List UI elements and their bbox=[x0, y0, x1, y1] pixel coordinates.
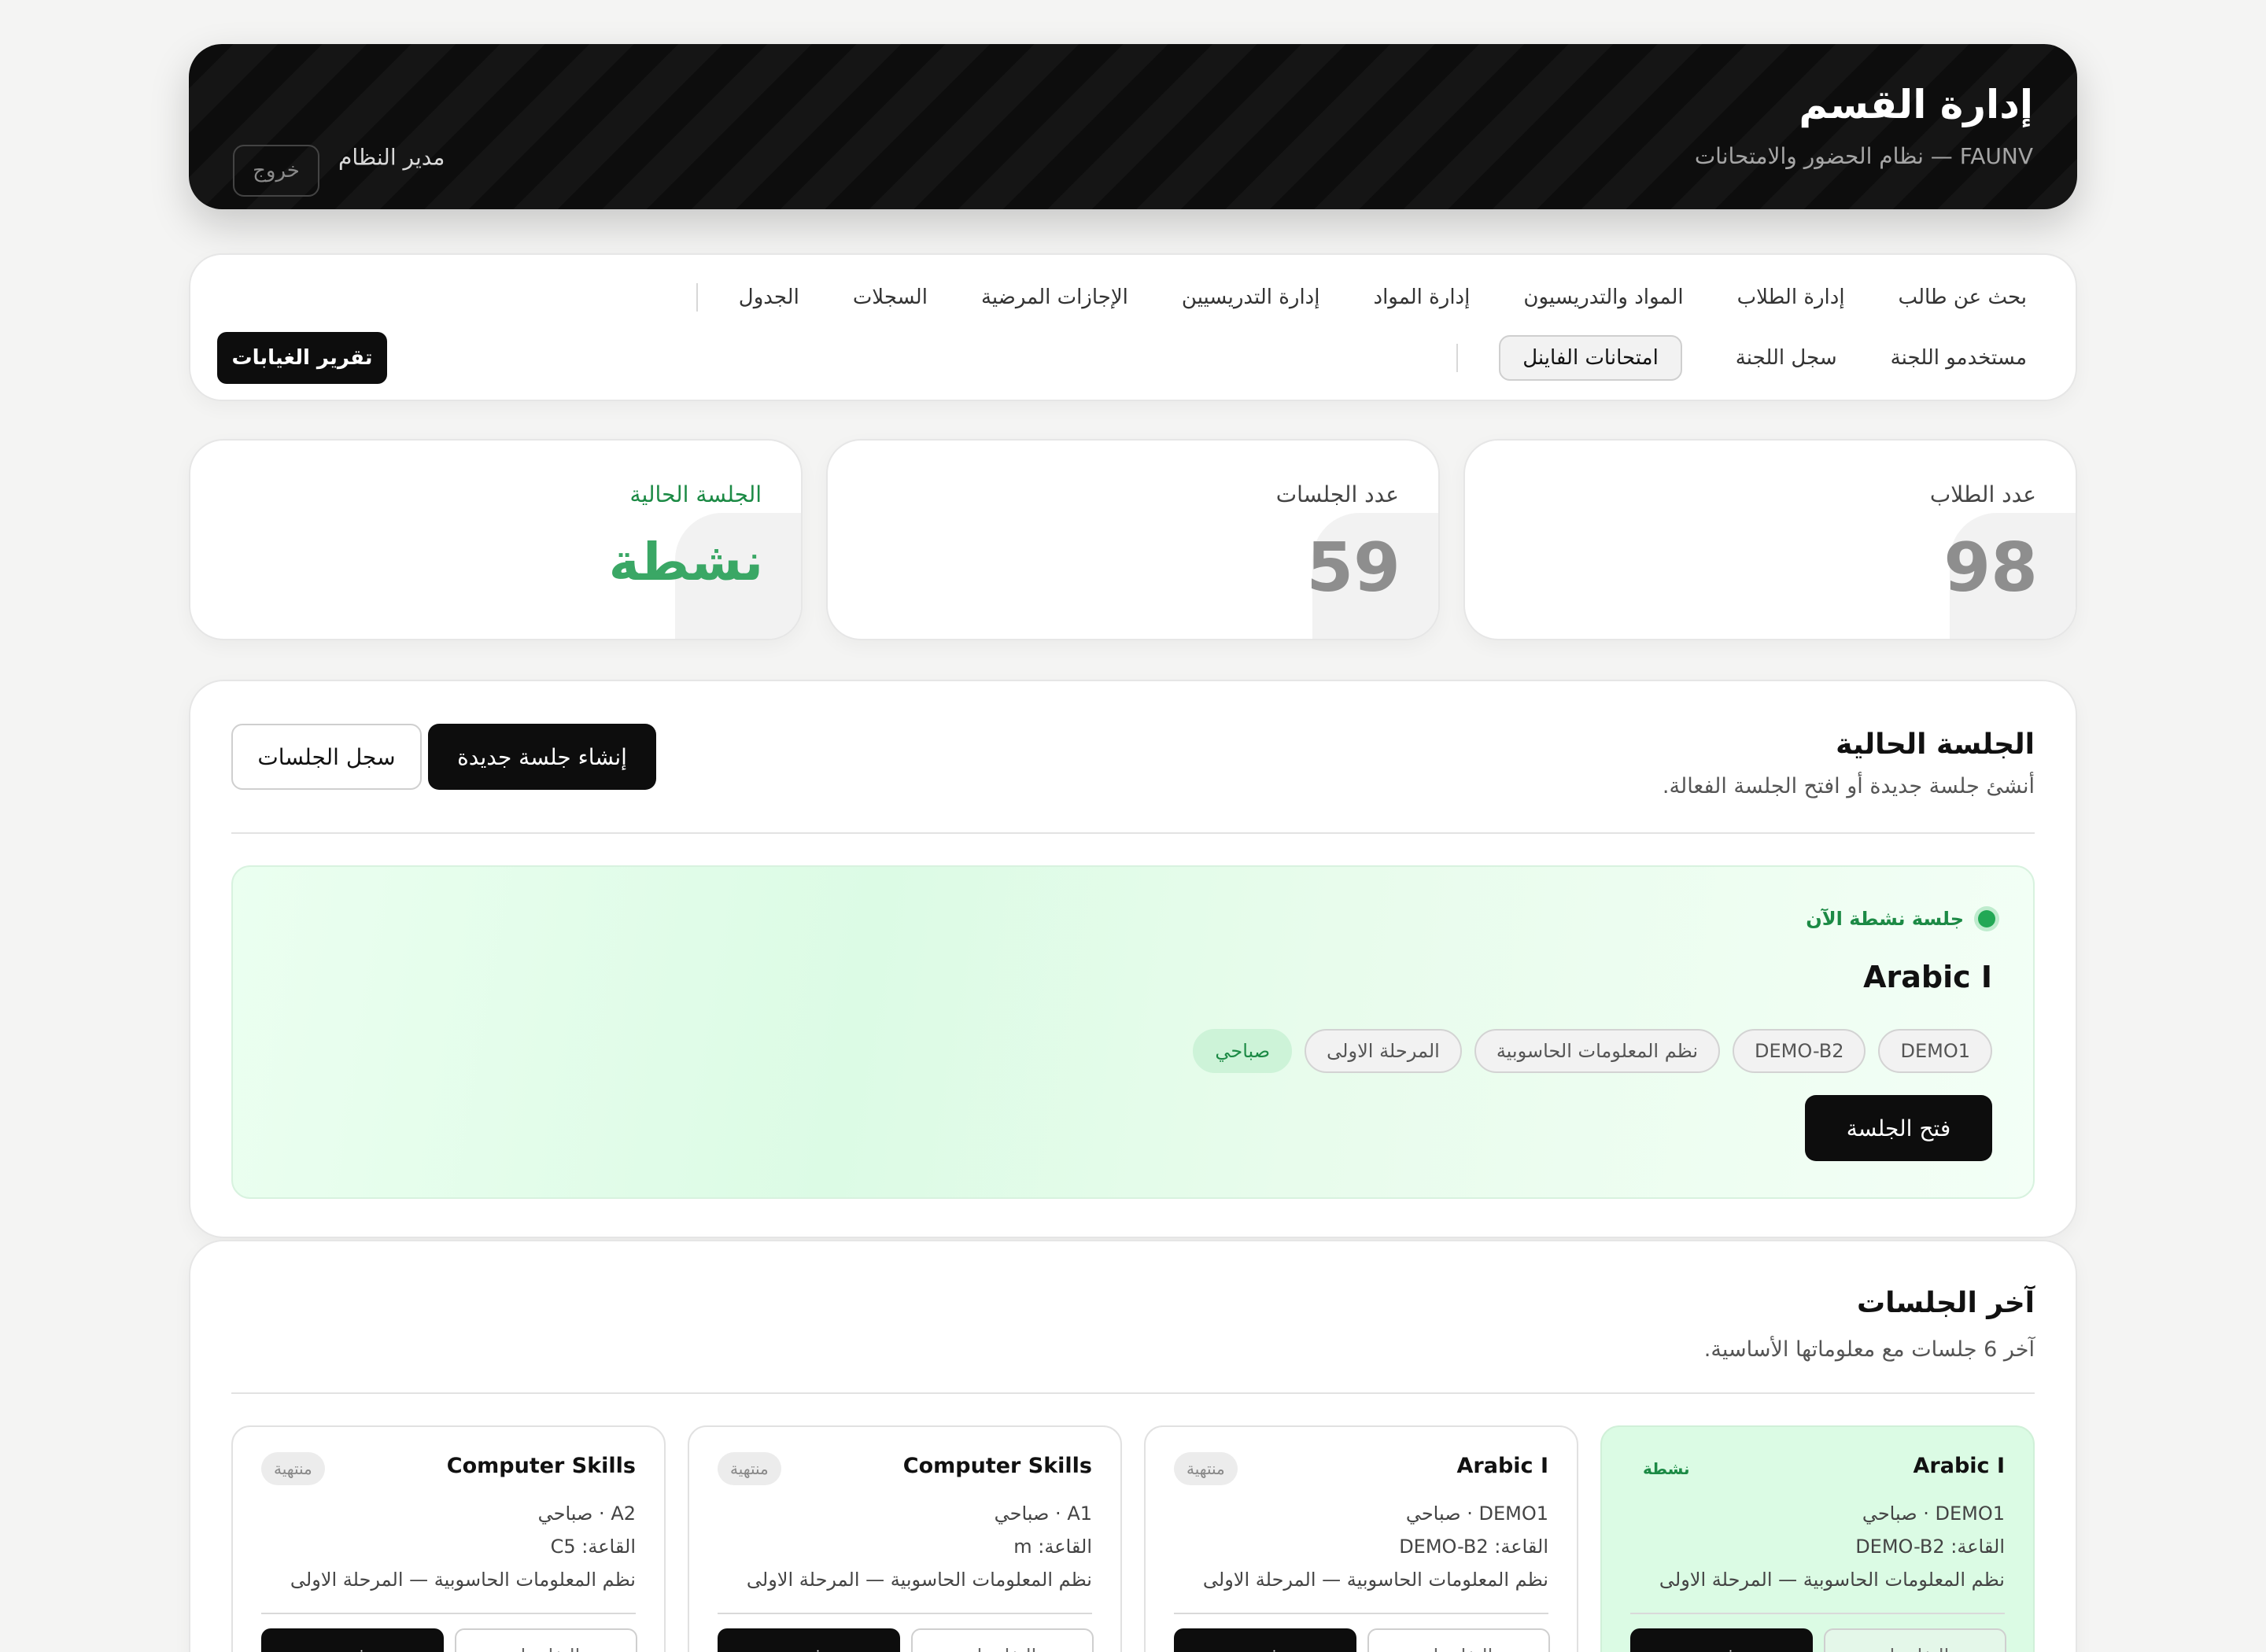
session-card: Computer Skills منتهية A2 · صباحي القاعة… bbox=[231, 1425, 666, 1652]
details-button[interactable]: التفاصيل bbox=[1367, 1628, 1550, 1652]
nav-item-schedule[interactable]: الجدول bbox=[739, 286, 799, 309]
stat-value: 59 bbox=[1306, 529, 1401, 607]
session-course: Computer Skills bbox=[902, 1454, 1092, 1478]
chip-stage: المرحلة الاولى bbox=[1305, 1029, 1462, 1073]
card-divider bbox=[718, 1613, 1092, 1614]
app-header: إدارة القسم FAUNV — نظام الحضور والامتحا… bbox=[189, 44, 2077, 209]
session-group: A2 · صباحي bbox=[537, 1503, 636, 1525]
section-subtitle: أنشئ جلسة جديدة أو افتح الجلسة الفعالة. bbox=[1662, 774, 2035, 798]
nav-item-subjects-teachers[interactable]: المواد والتدريسيون bbox=[1523, 286, 1683, 309]
stat-card-sessions: عدد الجلسات 59 bbox=[826, 439, 1440, 640]
page-title: إدارة القسم bbox=[1799, 82, 2033, 127]
session-department: نظم المعلومات الحاسوبية — المرحلة الاولى bbox=[1202, 1569, 1548, 1591]
nav-item-sick-leaves[interactable]: الإجازات المرضية bbox=[981, 286, 1128, 309]
nav-item-teachers[interactable]: إدارة التدريسيين bbox=[1182, 286, 1320, 309]
nav-item-final-exams[interactable]: امتحانات الفاينل bbox=[1499, 335, 1682, 381]
session-room: القاعة: m bbox=[1013, 1536, 1092, 1558]
stat-label: الجلسة الحالية bbox=[629, 481, 762, 507]
page: إدارة القسم FAUNV — نظام الحضور والامتحا… bbox=[0, 0, 2266, 1652]
section-title: آخر الجلسات bbox=[1856, 1287, 2035, 1319]
stat-value: نشطة bbox=[608, 532, 763, 592]
chip-department: نظم المعلومات الحاسوبية bbox=[1474, 1029, 1721, 1073]
nav-divider bbox=[696, 283, 698, 312]
stat-card-students: عدد الطلاب 98 bbox=[1463, 439, 2077, 640]
status-badge: منتهية bbox=[1174, 1452, 1238, 1485]
create-session-button[interactable]: إنشاء جلسة جديدة bbox=[428, 724, 656, 790]
session-chips: DEMO1 DEMO-B2 نظم المعلومات الحاسوبية ال… bbox=[1180, 1029, 1992, 1073]
open-button[interactable]: فتح bbox=[1630, 1628, 1813, 1652]
session-card: Arabic I نشطة DEMO1 · صباحي القاعة: DEMO… bbox=[1600, 1425, 2035, 1652]
active-session-card: جلسة نشطة الآن Arabic I DEMO1 DEMO-B2 نظ… bbox=[231, 865, 2035, 1199]
section-divider bbox=[231, 1392, 2035, 1394]
session-card: Computer Skills منتهية A1 · صباحي القاعة… bbox=[688, 1425, 1122, 1652]
status-badge: منتهية bbox=[718, 1452, 781, 1485]
stat-card-current-session: الجلسة الحالية نشطة bbox=[189, 439, 803, 640]
session-course: Computer Skills bbox=[446, 1454, 636, 1478]
status-badge: نشطة bbox=[1643, 1459, 1690, 1478]
session-room: القاعة: DEMO-B2 bbox=[1399, 1536, 1548, 1558]
stat-label: عدد الجلسات bbox=[1275, 481, 1399, 507]
session-room: القاعة: C5 bbox=[550, 1536, 636, 1558]
chip-room: DEMO-B2 bbox=[1733, 1029, 1866, 1073]
session-group: DEMO1 · صباحي bbox=[1405, 1503, 1548, 1525]
page-subtitle: FAUNV — نظام الحضور والامتحانات bbox=[1694, 143, 2033, 169]
nav-row-primary: بحث عن طالب إدارة الطلاب المواد والتدريس… bbox=[696, 277, 2027, 318]
sessions-log-button[interactable]: سجل الجلسات bbox=[231, 724, 422, 790]
nav-item-search-student[interactable]: بحث عن طالب bbox=[1899, 286, 2027, 309]
session-course: Arabic I bbox=[1456, 1454, 1548, 1478]
session-department: نظم المعلومات الحاسوبية — المرحلة الاولى bbox=[290, 1569, 636, 1591]
session-group: A1 · صباحي bbox=[994, 1503, 1092, 1525]
chip-shift: صباحي bbox=[1193, 1029, 1293, 1073]
status-badge: منتهية bbox=[261, 1452, 325, 1485]
section-divider bbox=[231, 832, 2035, 834]
active-course-name: Arabic I bbox=[1863, 960, 1992, 994]
session-group: DEMO1 · صباحي bbox=[1862, 1503, 2005, 1525]
session-room: القاعة: DEMO-B2 bbox=[1855, 1536, 2005, 1558]
nav-item-records[interactable]: السجلات bbox=[853, 286, 928, 309]
open-button[interactable]: فتح bbox=[718, 1628, 900, 1652]
details-button[interactable]: التفاصيل bbox=[911, 1628, 1094, 1652]
nav-item-students[interactable]: إدارة الطلاب bbox=[1737, 286, 1845, 309]
details-button[interactable]: التفاصيل bbox=[455, 1628, 637, 1652]
live-dot-icon bbox=[1978, 910, 1995, 927]
open-button[interactable]: فتح bbox=[261, 1628, 444, 1652]
absence-report-button[interactable]: تقرير الغيابات bbox=[217, 332, 387, 384]
session-card: Arabic I منتهية DEMO1 · صباحي القاعة: DE… bbox=[1144, 1425, 1578, 1652]
open-session-button[interactable]: فتح الجلسة bbox=[1805, 1095, 1992, 1161]
open-button[interactable]: فتح bbox=[1174, 1628, 1356, 1652]
nav-item-committee-users[interactable]: مستخدمو اللجنة bbox=[1891, 346, 2027, 370]
details-button[interactable]: التفاصيل bbox=[1824, 1628, 2006, 1652]
live-indicator: جلسة نشطة الآن bbox=[1806, 908, 1995, 930]
session-department: نظم المعلومات الحاسوبية — المرحلة الاولى bbox=[746, 1569, 1092, 1591]
user-name: مدير النظام bbox=[338, 144, 445, 171]
logout-button[interactable]: خروج bbox=[233, 145, 319, 197]
card-divider bbox=[1174, 1613, 1548, 1614]
main-nav: بحث عن طالب إدارة الطلاب المواد والتدريس… bbox=[189, 253, 2077, 401]
card-divider bbox=[1630, 1613, 2005, 1614]
session-department: نظم المعلومات الحاسوبية — المرحلة الاولى bbox=[1659, 1569, 2005, 1591]
stat-label: عدد الطلاب bbox=[1929, 481, 2036, 507]
session-course: Arabic I bbox=[1913, 1454, 2005, 1478]
live-label: جلسة نشطة الآن bbox=[1806, 908, 1964, 930]
nav-divider bbox=[1456, 344, 1459, 372]
section-title: الجلسة الحالية bbox=[1836, 728, 2035, 761]
nav-item-subjects[interactable]: إدارة المواد bbox=[1373, 286, 1470, 309]
section-subtitle: آخر 6 جلسات مع معلوماتها الأساسية. bbox=[1703, 1337, 2035, 1362]
nav-row-secondary: مستخدمو اللجنة سجل اللجنة امتحانات الفاي… bbox=[1456, 332, 2027, 384]
nav-item-committee-log[interactable]: سجل اللجنة bbox=[1736, 346, 1837, 370]
chip-group: DEMO1 bbox=[1878, 1029, 1992, 1073]
current-session-panel: الجلسة الحالية أنشئ جلسة جديدة أو افتح ا… bbox=[189, 680, 2077, 1238]
recent-sessions-panel: آخر الجلسات آخر 6 جلسات مع معلوماتها الأ… bbox=[189, 1240, 2077, 1652]
stat-value: 98 bbox=[1943, 529, 2038, 607]
card-divider bbox=[261, 1613, 636, 1614]
